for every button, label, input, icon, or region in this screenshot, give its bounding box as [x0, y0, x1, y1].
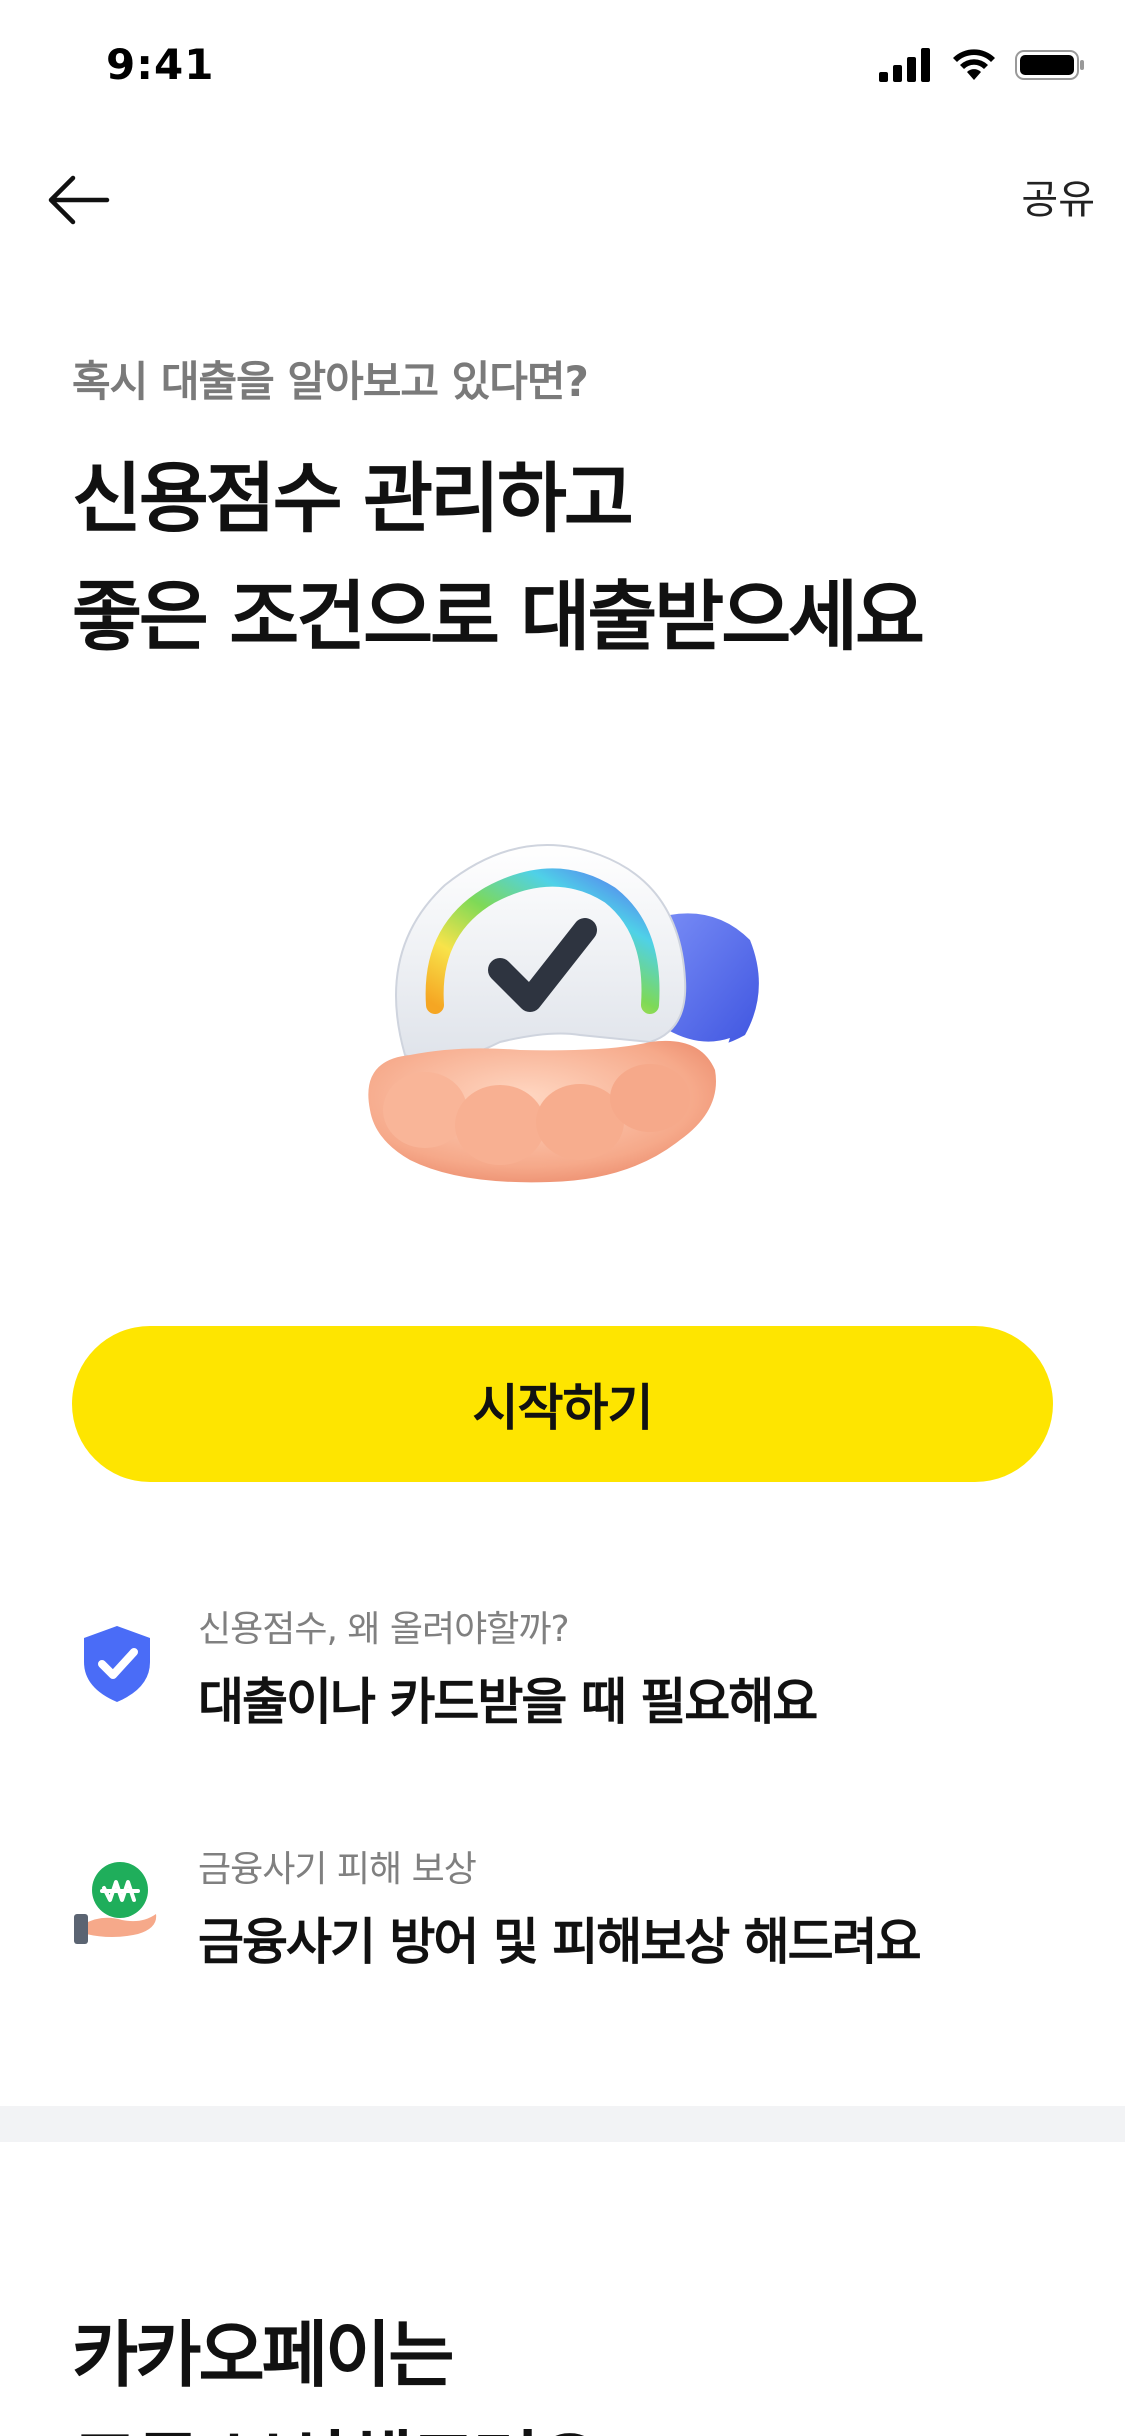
shield-check-icon [84, 1626, 150, 1702]
cellular-signal-icon [879, 48, 930, 82]
battery-icon [1015, 50, 1084, 80]
feature-label: 신용점수, 왜 올려야할까? [198, 1609, 570, 1650]
hero-title-line-1: 신용점수 관리하고 [72, 454, 634, 543]
section-title: 카카오페이는 모두 보상해드려요 [72, 2300, 603, 2436]
navigation-bar: 공유 [0, 150, 1125, 250]
feature-label: 금융사기 피해 보상 [198, 1849, 477, 1890]
wifi-icon [953, 49, 995, 80]
hand-won-coin-icon [74, 1862, 157, 1944]
status-icons [879, 48, 1085, 82]
feature-item: 신용점수, 왜 올려야할까? 대출이나 카드받을 때 필요해요 [72, 1592, 1072, 1742]
hero-title: 신용점수 관리하고 좋은 조건으로 대출받으세요 [72, 440, 925, 676]
share-button[interactable]: 공유 [1021, 170, 1095, 230]
arrow-left-icon [48, 175, 110, 225]
feature-item: 금융사기 피해 보상 금융사기 방어 및 피해보상 해드려요 [72, 1832, 1072, 1982]
status-time: 9:41 [106, 40, 215, 89]
section-divider [0, 2106, 1125, 2142]
section-title-line-1: 카카오페이는 [72, 2313, 454, 2397]
start-button-label: 시작하기 [472, 1379, 654, 1437]
hero-subtitle: 혹시 대출을 알아보고 있다면? [72, 357, 589, 406]
start-button[interactable]: 시작하기 [72, 1326, 1053, 1482]
feature-text: 대출이나 카드받을 때 필요해요 [198, 1673, 818, 1731]
hand-holding-credit-gauge-illustration [368, 844, 759, 1183]
back-button[interactable] [38, 170, 118, 230]
hero-title-line-2: 좋은 조건으로 대출받으세요 [72, 572, 925, 661]
section-title-line-2: 모두 보상해드려요 [72, 2410, 603, 2436]
feature-text: 금융사기 방어 및 피해보상 해드려요 [198, 1913, 922, 1971]
status-bar: 9:41 [0, 0, 1125, 132]
